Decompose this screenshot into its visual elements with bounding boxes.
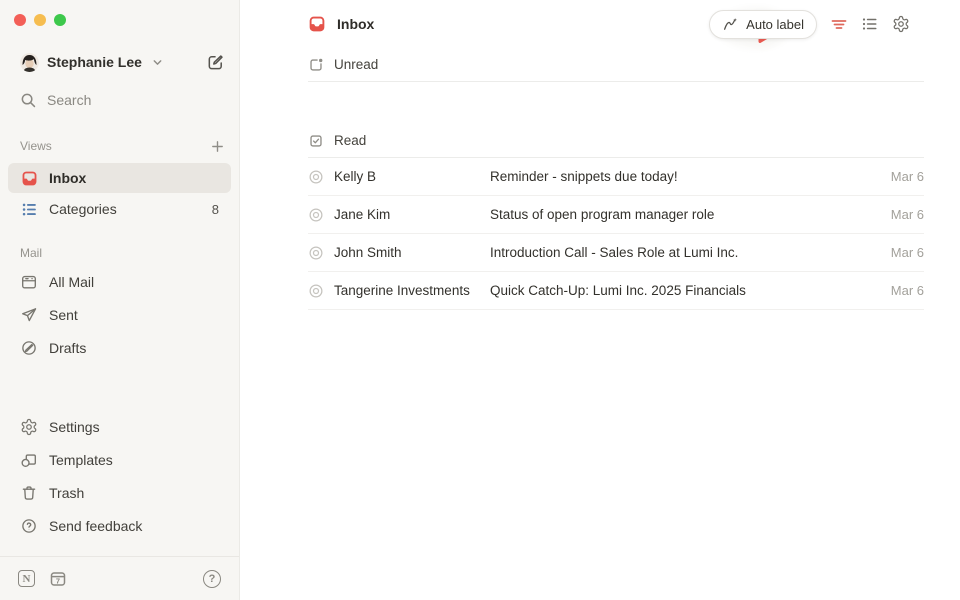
templates-icon: [20, 451, 38, 469]
inbox-icon: [20, 170, 38, 187]
views-header-label: Views: [20, 139, 52, 153]
help-icon[interactable]: ?: [203, 570, 221, 588]
unread-section-label: Unread: [334, 57, 378, 72]
sidebar-item-categories[interactable]: Categories 8: [8, 194, 231, 224]
window-controls: [0, 0, 239, 26]
read-status-icon[interactable]: [308, 283, 324, 299]
sidebar-item-label: Trash: [49, 485, 84, 501]
email-date: Mar 6: [891, 169, 924, 184]
inbox-panel: Inbox Auto label U: [240, 0, 960, 600]
email-row[interactable]: Tangerine Investments Quick Catch-Up: Lu…: [308, 272, 924, 310]
mail-header-label: Mail: [20, 246, 42, 260]
close-button[interactable]: [14, 14, 26, 26]
sidebar-item-label: Inbox: [49, 170, 86, 186]
email-sender: Kelly B: [334, 169, 490, 184]
email-subject: Status of open program manager role: [490, 207, 891, 222]
search-icon: [20, 92, 37, 109]
minimize-button[interactable]: [34, 14, 46, 26]
sidebar-item-send-feedback[interactable]: Send feedback: [8, 510, 231, 542]
account-switcher[interactable]: Stephanie Lee: [20, 48, 225, 76]
profile-name: Stephanie Lee: [47, 54, 142, 70]
sidebar-item-drafts[interactable]: Drafts: [8, 332, 231, 364]
compose-icon[interactable]: [206, 53, 225, 72]
unread-icon: [308, 57, 324, 73]
gear-icon: [20, 418, 38, 436]
unread-section-header[interactable]: Unread: [308, 48, 924, 82]
email-subject: Introduction Call - Sales Role at Lumi I…: [490, 245, 891, 260]
sidebar-item-label: Send feedback: [49, 518, 142, 534]
read-status-icon[interactable]: [308, 207, 324, 223]
header-controls: Auto label: [709, 0, 910, 48]
auto-label-button[interactable]: Auto label: [709, 10, 817, 39]
category-list-icon: [20, 201, 38, 218]
question-icon: [20, 517, 38, 535]
email-list: Kelly B Reminder - snippets due today! M…: [308, 158, 924, 310]
views-list: Inbox Categories 8: [0, 162, 239, 225]
draft-icon: [20, 339, 38, 357]
read-section-label: Read: [334, 133, 366, 148]
page-title: Inbox: [337, 16, 374, 32]
sidebar: Stephanie Lee Search Views Inbox: [0, 0, 240, 600]
mail-section-header: Mail: [20, 241, 225, 265]
email-row[interactable]: John Smith Introduction Call - Sales Rol…: [308, 234, 924, 272]
email-date: Mar 6: [891, 283, 924, 298]
sidebar-item-settings[interactable]: Settings: [8, 411, 231, 443]
trash-icon: [20, 484, 38, 502]
email-date: Mar 6: [891, 207, 924, 222]
email-date: Mar 6: [891, 245, 924, 260]
email-sender: Jane Kim: [334, 207, 490, 222]
sidebar-footer: N 7 ?: [0, 556, 239, 600]
read-status-icon[interactable]: [308, 169, 324, 185]
list-view-icon[interactable]: [861, 15, 879, 33]
views-section-header: Views: [20, 134, 225, 158]
all-mail-icon: [20, 273, 38, 291]
sidebar-item-templates[interactable]: Templates: [8, 444, 231, 476]
sidebar-item-inbox[interactable]: Inbox: [8, 163, 231, 193]
email-row[interactable]: Kelly B Reminder - snippets due today! M…: [308, 158, 924, 196]
email-row[interactable]: Jane Kim Status of open program manager …: [308, 196, 924, 234]
mail-list: All Mail Sent Drafts: [0, 265, 239, 365]
email-subject: Reminder - snippets due today!: [490, 169, 891, 184]
zoom-button[interactable]: [54, 14, 66, 26]
filter-icon[interactable]: [830, 15, 848, 33]
inbox-icon: [308, 15, 326, 33]
categories-count-badge: 8: [212, 202, 219, 217]
add-view-icon[interactable]: [210, 139, 225, 154]
auto-label-icon: [722, 16, 739, 33]
sidebar-item-label: Categories: [49, 201, 117, 217]
read-section-header[interactable]: Read: [308, 124, 924, 158]
read-status-icon[interactable]: [308, 245, 324, 261]
sidebar-item-all-mail[interactable]: All Mail: [8, 266, 231, 298]
sidebar-utility-list: Settings Templates Trash Send feedback N…: [0, 410, 239, 600]
svg-text:7: 7: [56, 576, 60, 585]
email-sender: John Smith: [334, 245, 490, 260]
sidebar-item-label: Sent: [49, 307, 78, 323]
sidebar-item-label: Drafts: [49, 340, 86, 356]
send-icon: [20, 306, 38, 324]
email-sender: Tangerine Investments: [334, 283, 490, 298]
sidebar-item-trash[interactable]: Trash: [8, 477, 231, 509]
search-label: Search: [47, 92, 91, 108]
avatar: [20, 53, 39, 72]
sidebar-item-label: Settings: [49, 419, 100, 435]
email-subject: Quick Catch-Up: Lumi Inc. 2025 Financial…: [490, 283, 891, 298]
auto-label-label: Auto label: [746, 17, 804, 32]
notion-logo[interactable]: N: [18, 570, 35, 587]
calendar-icon[interactable]: 7: [49, 570, 67, 588]
sidebar-item-label: Templates: [49, 452, 113, 468]
sidebar-item-sent[interactable]: Sent: [8, 299, 231, 331]
read-checkbox-icon: [308, 133, 324, 149]
chevron-down-icon: [152, 57, 163, 68]
search-input[interactable]: Search: [20, 86, 225, 114]
sidebar-item-label: All Mail: [49, 274, 94, 290]
settings-icon[interactable]: [892, 15, 910, 33]
inbox-header: Inbox Auto label: [308, 0, 924, 48]
